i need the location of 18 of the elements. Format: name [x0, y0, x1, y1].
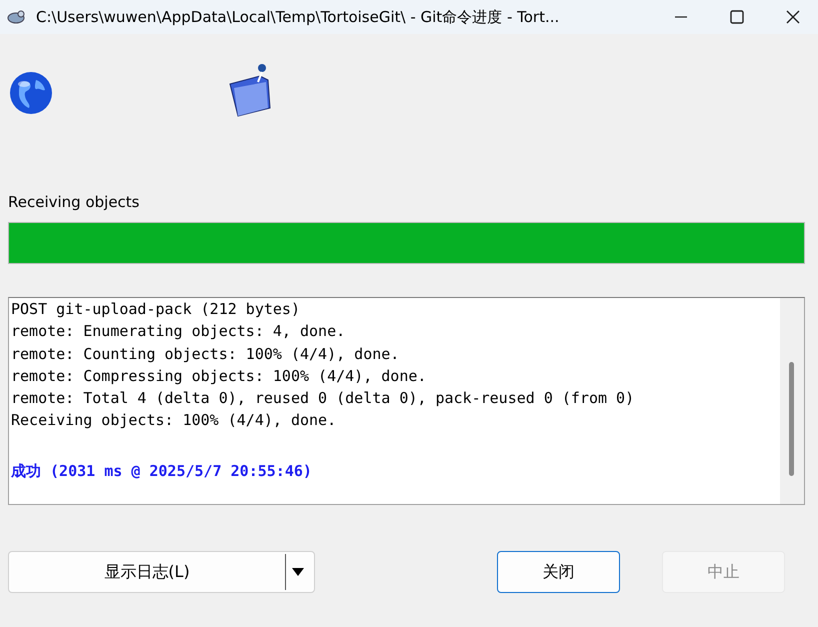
scrollbar-thumb[interactable] — [789, 362, 794, 476]
dialog-button[interactable]: 关闭 — [497, 551, 620, 593]
log-line: Receiving objects: 100% (4/4), done. — [11, 410, 338, 432]
show-log-label: 显示日志(L) — [103, 562, 191, 582]
log-line: 成功 (2031 ms @ 2025/5/7 20:55:46) — [11, 460, 313, 482]
maximize-icon[interactable] — [730, 10, 744, 24]
window-title: C:\Users\wuwen\AppData\Local\Temp\TortoiseGit\ - Git命令进度 - Tort... — [36, 8, 560, 26]
globe-icon — [8, 70, 54, 116]
log-line: remote: Compressing objects: 100% (4/4), done. — [11, 366, 428, 387]
status-label: Receiving objects — [8, 192, 140, 213]
app-icon — [6, 9, 26, 25]
split-button[interactable]: 显示日志(L) — [8, 551, 315, 593]
caret-icon[interactable] — [292, 568, 304, 576]
log-line: remote: Counting objects: 100% (4/4), done. — [11, 344, 400, 365]
log-line: POST git-upload-pack (212 bytes) — [11, 299, 301, 320]
log-line: remote: Total 4 (delta 0), reused 0 (delta 0), pack-reused 0 (from 0) — [11, 388, 636, 410]
log-line: remote: Enumerating objects: 4, done. — [11, 321, 346, 342]
close-icon[interactable] — [786, 10, 800, 24]
